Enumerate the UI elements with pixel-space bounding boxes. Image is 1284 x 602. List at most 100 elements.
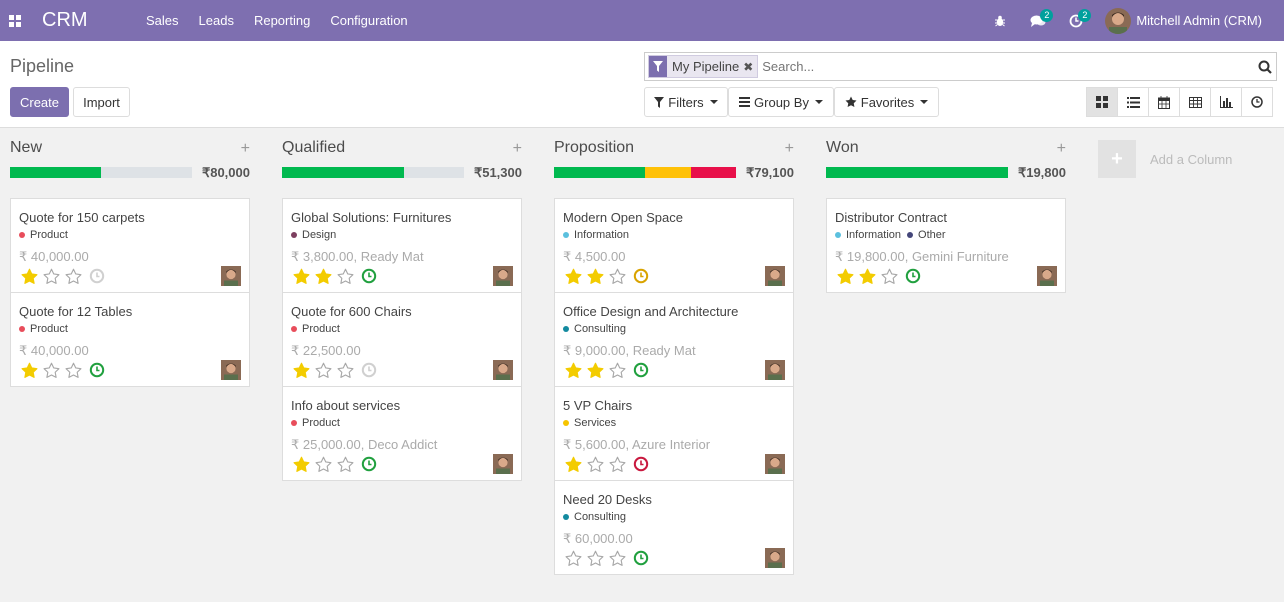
priority-star-icon[interactable] bbox=[62, 360, 84, 380]
salesperson-avatar[interactable] bbox=[493, 266, 513, 286]
priority-star-icon[interactable] bbox=[606, 360, 628, 380]
activity-clock-icon[interactable] bbox=[359, 266, 379, 286]
kanban-card[interactable]: Quote for 12 Tables Product ₹ 40,000.00 bbox=[10, 292, 250, 387]
priority-star-icon[interactable] bbox=[18, 266, 40, 286]
progress-segment-green[interactable] bbox=[282, 167, 404, 178]
salesperson-avatar[interactable] bbox=[221, 266, 241, 286]
priority-star-icon[interactable] bbox=[606, 266, 628, 286]
priority-star-icon[interactable] bbox=[18, 360, 40, 380]
facet-remove-icon[interactable]: ✖ bbox=[743, 60, 757, 74]
graph-view-icon[interactable] bbox=[1210, 87, 1242, 117]
kanban-card[interactable]: Modern Open Space Information ₹ 4,500.00 bbox=[554, 198, 794, 293]
activity-clock-icon[interactable] bbox=[87, 360, 107, 380]
priority-star-icon[interactable] bbox=[584, 360, 606, 380]
user-menu[interactable]: Mitchell Admin (CRM) bbox=[1105, 7, 1262, 34]
kanban-card[interactable]: Quote for 600 Chairs Product ₹ 22,500.00 bbox=[282, 292, 522, 387]
column-title[interactable]: Proposition bbox=[554, 139, 634, 157]
progress-segment-yellow[interactable] bbox=[645, 167, 691, 178]
add-column-plus-icon[interactable]: + bbox=[1098, 140, 1136, 178]
kanban-card[interactable]: Global Solutions: Furnitures Design ₹ 3,80… bbox=[282, 198, 522, 293]
activity-clock-icon[interactable] bbox=[631, 360, 651, 380]
column-title[interactable]: Won bbox=[826, 139, 859, 157]
column-title[interactable]: Qualified bbox=[282, 139, 345, 157]
priority-star-icon[interactable] bbox=[584, 454, 606, 474]
priority-star-icon[interactable] bbox=[606, 454, 628, 474]
list-view-icon[interactable] bbox=[1117, 87, 1149, 117]
favorites-button[interactable]: Favorites bbox=[834, 87, 939, 117]
salesperson-avatar[interactable] bbox=[1037, 266, 1057, 286]
kanban-view-icon[interactable] bbox=[1086, 87, 1118, 117]
priority-star-icon[interactable] bbox=[878, 266, 900, 286]
activity-clock-icon[interactable] bbox=[631, 454, 651, 474]
progress-segment-red[interactable] bbox=[690, 167, 736, 178]
priority-star-icon[interactable] bbox=[334, 360, 356, 380]
apps-menu-icon[interactable] bbox=[4, 10, 26, 32]
priority-star-icon[interactable] bbox=[834, 266, 856, 286]
priority-star-icon[interactable] bbox=[62, 266, 84, 286]
progress-segment-green[interactable] bbox=[554, 167, 645, 178]
salesperson-avatar[interactable] bbox=[221, 360, 241, 380]
activity-view-icon[interactable] bbox=[1241, 87, 1273, 117]
activity-clock-icon[interactable] bbox=[87, 266, 107, 286]
salesperson-avatar[interactable] bbox=[765, 454, 785, 474]
kanban-card[interactable]: Need 20 Desks Consulting ₹ 60,000.00 bbox=[554, 480, 794, 575]
menu-sales[interactable]: Sales bbox=[136, 13, 189, 28]
debug-bug-icon[interactable] bbox=[981, 0, 1019, 41]
activity-clock-icon[interactable] bbox=[631, 548, 651, 568]
search-input[interactable] bbox=[762, 59, 1254, 74]
priority-star-icon[interactable] bbox=[40, 266, 62, 286]
salesperson-avatar[interactable] bbox=[765, 548, 785, 568]
column-title[interactable]: New bbox=[10, 139, 42, 157]
priority-star-icon[interactable] bbox=[290, 266, 312, 286]
priority-star-icon[interactable] bbox=[856, 266, 878, 286]
progress-segment-green[interactable] bbox=[826, 167, 1008, 178]
priority-star-icon[interactable] bbox=[40, 360, 62, 380]
priority-star-icon[interactable] bbox=[562, 454, 584, 474]
priority-star-icon[interactable] bbox=[290, 454, 312, 474]
salesperson-avatar[interactable] bbox=[493, 360, 513, 380]
quick-create-plus-icon[interactable]: + bbox=[241, 140, 250, 158]
salesperson-avatar[interactable] bbox=[493, 454, 513, 474]
priority-star-icon[interactable] bbox=[584, 266, 606, 286]
column-progress-bar[interactable] bbox=[282, 167, 464, 178]
salesperson-avatar[interactable] bbox=[765, 266, 785, 286]
priority-star-icon[interactable] bbox=[562, 360, 584, 380]
kanban-card[interactable]: Quote for 150 carpets Product ₹ 40,000.00 bbox=[10, 198, 250, 293]
app-brand[interactable]: CRM bbox=[42, 9, 128, 32]
menu-reporting[interactable]: Reporting bbox=[244, 13, 320, 28]
kanban-card[interactable]: Distributor Contract Information Other ₹ 19… bbox=[826, 198, 1066, 293]
menu-configuration[interactable]: Configuration bbox=[320, 13, 417, 28]
kanban-card[interactable]: 5 VP Chairs Services ₹ 5,600.00, Azure Int… bbox=[554, 386, 794, 481]
search-icon[interactable] bbox=[1254, 60, 1276, 74]
salesperson-avatar[interactable] bbox=[765, 360, 785, 380]
priority-star-icon[interactable] bbox=[312, 454, 334, 474]
priority-star-icon[interactable] bbox=[312, 360, 334, 380]
menu-leads[interactable]: Leads bbox=[189, 13, 244, 28]
filters-button[interactable]: Filters bbox=[644, 87, 728, 117]
add-column-label[interactable]: Add a Column bbox=[1150, 152, 1232, 167]
calendar-view-icon[interactable] bbox=[1148, 87, 1180, 117]
priority-star-icon[interactable] bbox=[334, 454, 356, 474]
activity-clock-icon[interactable] bbox=[359, 454, 379, 474]
import-button[interactable]: Import bbox=[73, 87, 130, 117]
column-progress-bar[interactable] bbox=[826, 167, 1008, 178]
priority-star-icon[interactable] bbox=[290, 360, 312, 380]
priority-star-icon[interactable] bbox=[606, 548, 628, 568]
pivot-view-icon[interactable] bbox=[1179, 87, 1211, 117]
quick-create-plus-icon[interactable]: + bbox=[785, 140, 794, 158]
activities-clock-icon[interactable]: 2 bbox=[1057, 0, 1095, 41]
activity-clock-icon[interactable] bbox=[631, 266, 651, 286]
messages-icon[interactable]: 2 bbox=[1019, 0, 1057, 41]
priority-star-icon[interactable] bbox=[312, 266, 334, 286]
priority-star-icon[interactable] bbox=[562, 266, 584, 286]
group-by-button[interactable]: Group By bbox=[728, 87, 834, 117]
activity-clock-icon[interactable] bbox=[903, 266, 923, 286]
progress-segment-green[interactable] bbox=[10, 167, 101, 178]
quick-create-plus-icon[interactable]: + bbox=[513, 140, 522, 158]
priority-star-icon[interactable] bbox=[334, 266, 356, 286]
priority-star-icon[interactable] bbox=[562, 548, 584, 568]
priority-star-icon[interactable] bbox=[584, 548, 606, 568]
activity-clock-icon[interactable] bbox=[359, 360, 379, 380]
kanban-card[interactable]: Info about services Product ₹ 25,000.00, D… bbox=[282, 386, 522, 481]
kanban-card[interactable]: Office Design and Architecture Consulting… bbox=[554, 292, 794, 387]
